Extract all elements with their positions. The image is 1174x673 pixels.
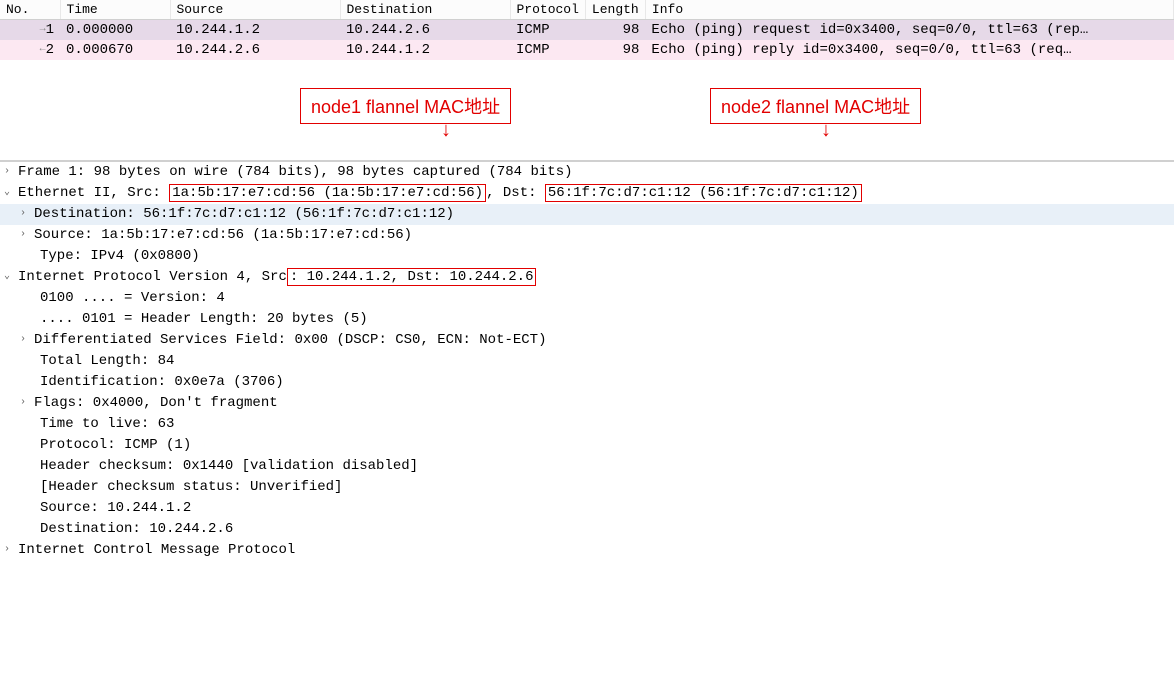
tree-ip-src[interactable]: Source: 10.244.1.2 <box>0 498 1174 519</box>
table-row[interactable]: →1 0.000000 10.244.1.2 10.244.2.6 ICMP 9… <box>0 20 1174 41</box>
col-header-time[interactable]: Time <box>60 0 170 20</box>
cell-time: 0.000670 <box>60 40 170 60</box>
tree-ip-dsf[interactable]: ›Differentiated Services Field: 0x00 (DS… <box>0 330 1174 351</box>
packet-details-pane[interactable]: ›Frame 1: 98 bytes on wire (784 bits), 9… <box>0 160 1174 561</box>
col-header-no[interactable]: No. <box>0 0 60 20</box>
tree-ip-version[interactable]: 0100 .... = Version: 4 <box>0 288 1174 309</box>
cell-protocol: ICMP <box>510 40 585 60</box>
arrow-down-icon: ↓ <box>820 122 832 142</box>
expander-expanded-icon[interactable]: ⌄ <box>4 269 18 284</box>
cell-length: 98 <box>585 40 645 60</box>
eth-src-box: 1a:5b:17:e7:cd:56 (1a:5b:17:e7:cd:56) <box>169 184 486 202</box>
cell-protocol: ICMP <box>510 20 585 41</box>
cell-no: 1 <box>46 22 54 38</box>
expander-collapsed-icon[interactable]: › <box>20 395 34 410</box>
packet-list-header-row: No. Time Source Destination Protocol Len… <box>0 0 1174 20</box>
ip-prefix: Internet Protocol Version 4, Src <box>18 269 287 285</box>
expander-collapsed-icon[interactable]: › <box>4 164 18 179</box>
tree-frame[interactable]: ›Frame 1: 98 bytes on wire (784 bits), 9… <box>0 162 1174 183</box>
ip-box: : 10.244.1.2, Dst: 10.244.2.6 <box>287 268 537 286</box>
expander-collapsed-icon[interactable]: › <box>4 542 18 557</box>
eth-dst-box: 56:1f:7c:d7:c1:12 (56:1f:7c:d7:c1:12) <box>545 184 862 202</box>
arrow-down-icon: ↓ <box>440 122 452 142</box>
col-header-protocol[interactable]: Protocol <box>510 0 585 20</box>
tree-ip-flags[interactable]: ›Flags: 0x4000, Don't fragment <box>0 393 1174 414</box>
tree-eth-source-text: Source: 1a:5b:17:e7:cd:56 (1a:5b:17:e7:c… <box>34 227 412 243</box>
cell-destination: 10.244.1.2 <box>340 40 510 60</box>
col-header-info[interactable]: Info <box>645 0 1173 20</box>
table-row[interactable]: ←2 0.000670 10.244.2.6 10.244.1.2 ICMP 9… <box>0 40 1174 60</box>
tree-ip-proto[interactable]: Protocol: ICMP (1) <box>0 435 1174 456</box>
cell-time: 0.000000 <box>60 20 170 41</box>
expander-collapsed-icon[interactable]: › <box>20 227 34 242</box>
annotation-node1: node1 flannel MAC地址 <box>300 88 511 124</box>
tree-ip-hlen[interactable]: .... 0101 = Header Length: 20 bytes (5) <box>0 309 1174 330</box>
annotation-layer: node1 flannel MAC地址 ↓ node2 flannel MAC地… <box>0 60 1174 160</box>
cell-source: 10.244.1.2 <box>170 20 340 41</box>
expander-expanded-icon[interactable]: ⌄ <box>4 185 18 200</box>
tree-eth-type[interactable]: Type: IPv4 (0x0800) <box>0 246 1174 267</box>
tree-ip-chksum[interactable]: Header checksum: 0x1440 [validation disa… <box>0 456 1174 477</box>
tree-icmp-text: Internet Control Message Protocol <box>18 542 295 558</box>
tree-ip-total[interactable]: Total Length: 84 <box>0 351 1174 372</box>
cell-length: 98 <box>585 20 645 41</box>
packet-list-table[interactable]: No. Time Source Destination Protocol Len… <box>0 0 1174 60</box>
cell-no: 2 <box>46 42 54 58</box>
expander-collapsed-icon[interactable]: › <box>20 206 34 221</box>
tree-eth-dest[interactable]: ›Destination: 56:1f:7c:d7:c1:12 (56:1f:7… <box>0 204 1174 225</box>
reply-arrow-icon: ← <box>32 44 46 55</box>
cell-info: Echo (ping) request id=0x3400, seq=0/0, … <box>645 20 1173 41</box>
col-header-destination[interactable]: Destination <box>340 0 510 20</box>
tree-ip-dst[interactable]: Destination: 10.244.2.6 <box>0 519 1174 540</box>
tree-ip[interactable]: ⌄Internet Protocol Version 4, Src: 10.24… <box>0 267 1174 288</box>
tree-eth-dest-text: Destination: 56:1f:7c:d7:c1:12 (56:1f:7c… <box>34 206 454 222</box>
eth-mid: , Dst: <box>486 185 545 201</box>
tree-frame-text: Frame 1: 98 bytes on wire (784 bits), 98… <box>18 164 573 180</box>
tree-eth-source[interactable]: ›Source: 1a:5b:17:e7:cd:56 (1a:5b:17:e7:… <box>0 225 1174 246</box>
expander-collapsed-icon[interactable]: › <box>20 332 34 347</box>
tree-ip-chksum-status[interactable]: [Header checksum status: Unverified] <box>0 477 1174 498</box>
cell-info: Echo (ping) reply id=0x3400, seq=0/0, tt… <box>645 40 1173 60</box>
tree-ip-id[interactable]: Identification: 0x0e7a (3706) <box>0 372 1174 393</box>
eth-prefix: Ethernet II, Src: <box>18 185 169 201</box>
col-header-length[interactable]: Length <box>585 0 645 20</box>
cell-source: 10.244.2.6 <box>170 40 340 60</box>
tree-eth-type-text: Type: IPv4 (0x0800) <box>40 248 200 264</box>
tree-icmp[interactable]: ›Internet Control Message Protocol <box>0 540 1174 561</box>
cell-destination: 10.244.2.6 <box>340 20 510 41</box>
request-arrow-icon: → <box>32 24 46 35</box>
tree-ip-ttl[interactable]: Time to live: 63 <box>0 414 1174 435</box>
tree-ethernet[interactable]: ⌄Ethernet II, Src: 1a:5b:17:e7:cd:56 (1a… <box>0 183 1174 204</box>
annotation-node2: node2 flannel MAC地址 <box>710 88 921 124</box>
col-header-source[interactable]: Source <box>170 0 340 20</box>
